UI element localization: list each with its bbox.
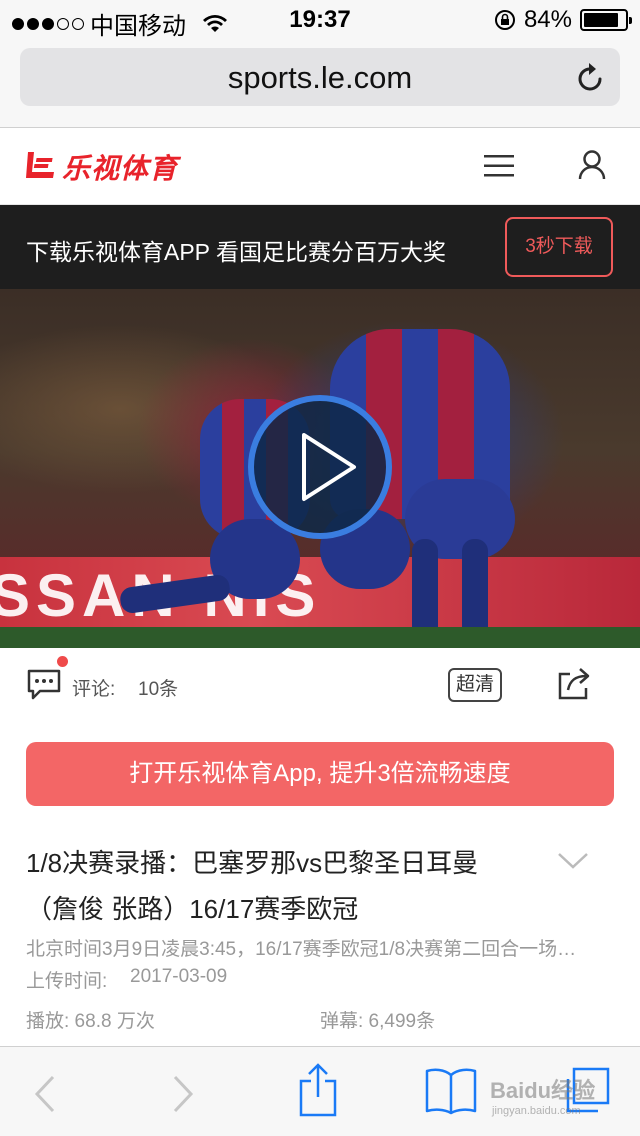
le-logo-icon	[26, 152, 54, 178]
user-icon[interactable]	[578, 149, 606, 181]
watermark-subtext: jingyan.baidu.com	[492, 1105, 581, 1117]
url-text[interactable]: sports.le.com	[20, 60, 620, 96]
play-button[interactable]	[248, 395, 392, 539]
app-download-banner: 下载乐视体育APP 看国足比赛分百万大奖 3秒下载	[0, 205, 640, 289]
video-frame-ad-board: SSAN NIS	[0, 557, 640, 629]
banner-text: 下载乐视体育APP 看国足比赛分百万大奖	[26, 239, 446, 265]
danmu-count: 弹幕: 6,499条	[320, 1011, 436, 1032]
battery-icon	[580, 9, 632, 31]
menu-icon[interactable]	[484, 153, 514, 179]
share-icon[interactable]	[556, 666, 594, 702]
comment-count[interactable]: 10条	[138, 674, 178, 701]
battery-percent: 84%	[523, 6, 572, 33]
site-logo[interactable]: 乐视体育	[24, 147, 178, 187]
status-right: 84%	[494, 6, 632, 34]
open-app-button[interactable]: 打开乐视体育App, 提升3倍流畅速度	[26, 742, 614, 806]
video-info-row: 评论: 10条 超清	[0, 648, 640, 724]
video-frame-grass	[0, 627, 640, 648]
logo-text: 乐视体育	[62, 153, 179, 184]
browser-toolbar: Baidu经验 jingyan.baidu.com	[0, 1046, 640, 1136]
orientation-lock-icon	[494, 10, 515, 30]
download-button[interactable]: 3秒下载	[505, 217, 613, 277]
comment-icon[interactable]	[26, 668, 62, 702]
reload-icon[interactable]	[576, 61, 606, 93]
video-title: 1/8决赛录播：巴塞罗那vs巴黎圣日耳曼（詹俊 张路）16/17赛季欧冠	[26, 848, 479, 924]
play-icon	[302, 433, 356, 501]
bookmarks-icon[interactable]	[424, 1067, 478, 1115]
battery-fill	[584, 13, 618, 27]
upload-date: 2017-03-09	[130, 966, 228, 987]
back-icon[interactable]	[34, 1075, 56, 1113]
chevron-down-icon[interactable]	[556, 850, 590, 872]
video-player[interactable]: SSAN NIS	[0, 289, 640, 648]
forward-icon[interactable]	[172, 1075, 194, 1113]
comment-label[interactable]: 评论:	[72, 674, 115, 701]
share-sheet-icon[interactable]	[298, 1063, 338, 1117]
site-header: 乐视体育	[0, 129, 640, 205]
video-frame-player	[412, 539, 438, 639]
address-bar[interactable]: sports.le.com	[20, 48, 620, 106]
play-count: 播放: 68.8 万次	[26, 1011, 155, 1032]
watermark-text: Baidu经验	[490, 1078, 596, 1103]
status-bar: 中国移动 19:37 84%	[0, 0, 640, 40]
unread-dot	[57, 656, 68, 667]
video-frame-player	[462, 539, 488, 639]
video-description: 北京时间3月9日凌晨3:45，16/17赛季欧冠1/8决赛第二回合一场…	[26, 939, 577, 960]
browser-address-area: sports.le.com	[0, 40, 640, 128]
quality-button[interactable]: 超清	[448, 668, 502, 702]
upload-label: 上传时间:	[26, 971, 108, 992]
